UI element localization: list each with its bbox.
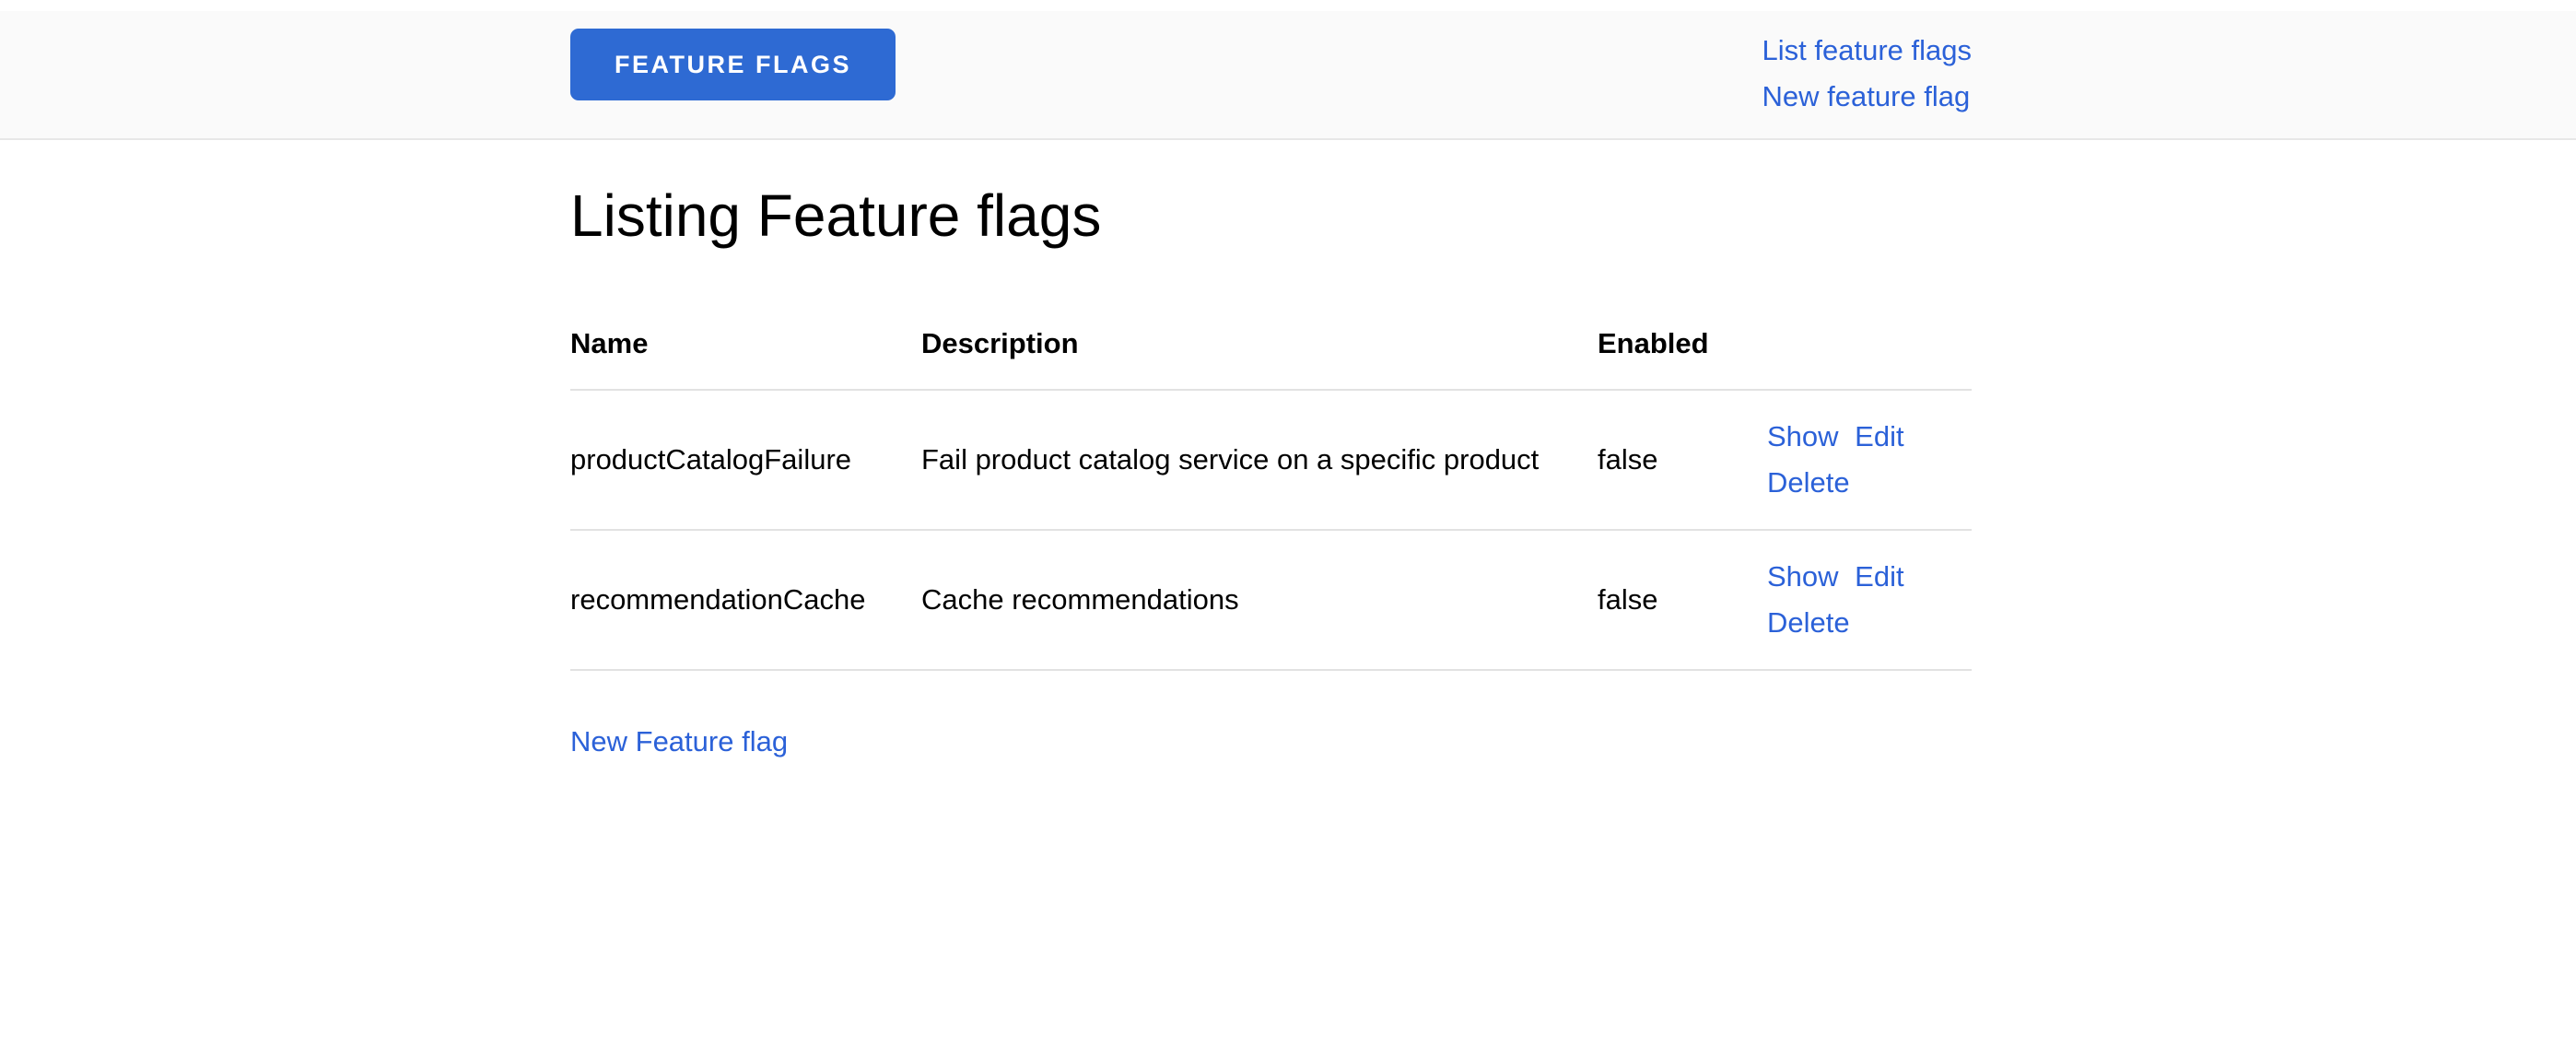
table-row: recommendationCache Cache recommendation… [570, 530, 1972, 670]
table-header-row: Name Description Enabled [570, 300, 1972, 390]
feature-flags-table: Name Description Enabled productCatalogF… [570, 300, 1972, 671]
delete-link[interactable]: Delete [1767, 606, 1850, 639]
column-header-enabled: Enabled [1598, 300, 1767, 390]
column-header-description: Description [921, 300, 1598, 390]
column-header-name: Name [570, 300, 921, 390]
nav-link-list-feature-flags[interactable]: List feature flags [1762, 28, 1972, 74]
page-title: Listing Feature flags [570, 182, 1972, 250]
show-link[interactable]: Show [1767, 420, 1839, 452]
feature-flags-brand-button[interactable]: FEATURE FLAGS [570, 29, 896, 100]
header-nav: List feature flags New feature flag [1762, 28, 1972, 120]
flag-description: Fail product catalog service on a specif… [921, 390, 1598, 530]
edit-link[interactable]: Edit [1855, 560, 1903, 593]
nav-link-new-feature-flag[interactable]: New feature flag [1762, 74, 1971, 120]
action-line: Delete [1767, 460, 1972, 506]
flag-description: Cache recommendations [921, 530, 1598, 670]
flag-enabled-value: false [1598, 530, 1767, 670]
header-container: FEATURE FLAGS List feature flags New fea… [570, 11, 1972, 120]
flag-name: recommendationCache [570, 530, 921, 670]
flag-enabled-value: false [1598, 390, 1767, 530]
show-link[interactable]: Show [1767, 560, 1839, 593]
actions-cell: Show Edit Delete [1767, 390, 1972, 530]
action-line: Delete [1767, 600, 1972, 646]
edit-link[interactable]: Edit [1855, 420, 1903, 452]
footer-link-container: New Feature flag [570, 719, 1972, 765]
table-row: productCatalogFailure Fail product catal… [570, 390, 1972, 530]
table-header: Name Description Enabled [570, 300, 1972, 390]
main-content: Listing Feature flags Name Description E… [570, 182, 1972, 765]
column-header-actions [1767, 300, 1972, 390]
flag-name: productCatalogFailure [570, 390, 921, 530]
action-line: Show Edit [1767, 414, 1972, 460]
actions-cell: Show Edit Delete [1767, 530, 1972, 670]
new-feature-flag-link[interactable]: New Feature flag [570, 725, 788, 757]
delete-link[interactable]: Delete [1767, 466, 1850, 499]
header-bar: FEATURE FLAGS List feature flags New fea… [0, 11, 2576, 140]
action-line: Show Edit [1767, 554, 1972, 600]
